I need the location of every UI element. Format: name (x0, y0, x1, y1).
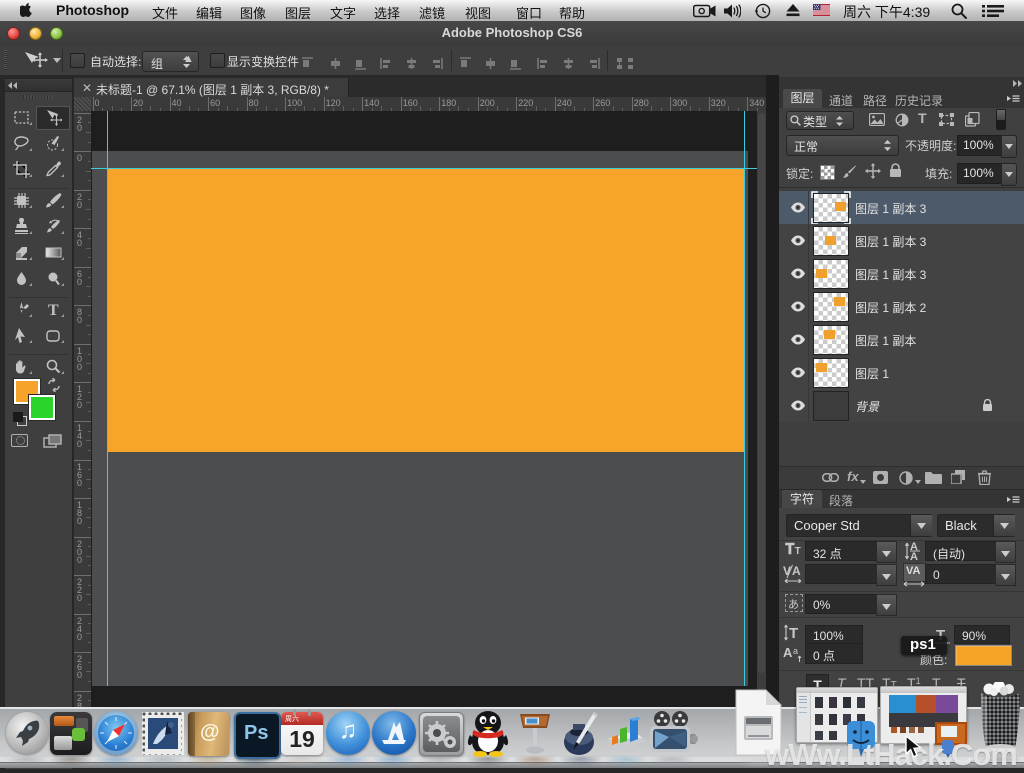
svg-text:A: A (783, 645, 793, 660)
svg-text:T: T (48, 302, 59, 318)
svg-text:T: T (789, 625, 798, 642)
svg-text:A: A (910, 551, 918, 562)
svg-text:A: A (792, 564, 801, 578)
svg-text:a: a (793, 646, 798, 656)
